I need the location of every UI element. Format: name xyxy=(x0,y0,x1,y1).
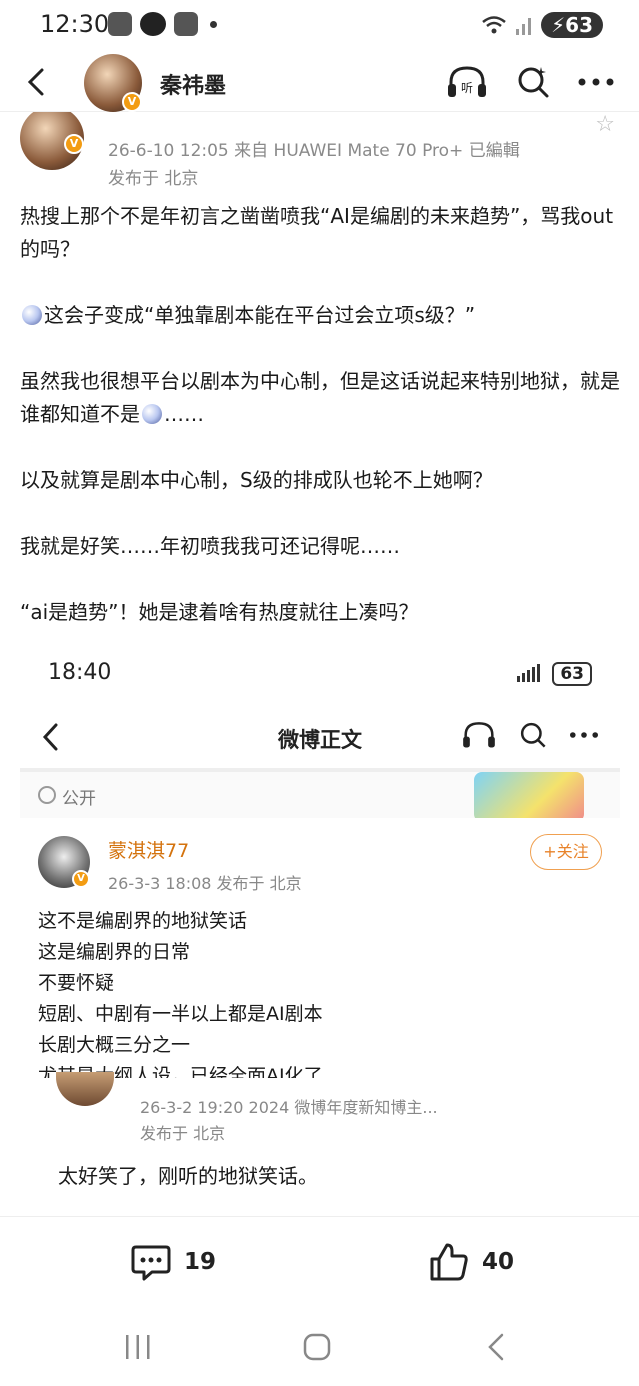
search-icon[interactable] xyxy=(515,64,551,100)
post-body: 热搜上那个不是年初言之凿凿喷我“AI是编剧的未来趋势”，骂我out的吗？ 这会子… xyxy=(20,200,620,662)
globe-icon xyxy=(38,786,56,804)
post-paragraph: 虽然我也很想平台以剧本为中心制，但是这话说起来特别地狱，就是谁都知道不是…… xyxy=(20,365,620,431)
post-paragraph: 我就是好笑……年初喷我我可还记得呢…… xyxy=(20,534,400,558)
shot-line: 长剧大概三分之一 xyxy=(38,1034,191,1056)
shot-comment: 26-3-2 19:20 2024 微博年度新知博主... 发布于 北京 太好笑… xyxy=(20,1072,620,1216)
post-paragraph-text: …… xyxy=(164,402,204,426)
more-icon[interactable] xyxy=(577,77,615,87)
back-arrow-icon[interactable] xyxy=(18,62,58,102)
visibility-label: 公开 xyxy=(62,789,96,809)
comment-icon xyxy=(131,1245,171,1281)
shot-listen-icon xyxy=(463,722,495,748)
notification-icons xyxy=(108,12,217,36)
post-paragraph: “ai是趋势”！她是逮着啥有热度就往上凑吗？ xyxy=(20,600,419,624)
home-icon[interactable] xyxy=(302,1332,332,1362)
shot-date: 26-3-3 18:08 发布于 北京 xyxy=(108,874,302,893)
post-paragraph: 以及就算是剧本中心制，S级的排成队也轮不上她啊？ xyxy=(20,468,493,492)
svg-text:听: 听 xyxy=(461,81,473,95)
comment-count: 19 xyxy=(184,1249,217,1275)
verified-badge-icon: V xyxy=(122,92,142,112)
shot-line: 不要怀疑 xyxy=(38,972,115,994)
action-bar: 19 40 xyxy=(0,1216,639,1312)
post-paragraph-text: 这会子变成“单独靠剧本能在平台过会立项s级？” xyxy=(44,303,476,327)
thumbs-up-icon xyxy=(430,1243,468,1281)
like-count: 40 xyxy=(482,1249,515,1275)
back-nav-icon[interactable] xyxy=(484,1332,508,1362)
post-date-device: 26-6-10 12:05 来自 HUAWEI Mate 70 Pro+ 已編輯 xyxy=(108,141,520,161)
comment-button[interactable]: 19 xyxy=(130,1241,216,1283)
system-nav-bar xyxy=(0,1312,639,1386)
post-paragraph: 这会子变成“单独靠剧本能在平台过会立项s级？” xyxy=(20,299,620,332)
shot-post: V 蒙淇淇77 26-3-3 18:08 发布于 北京 +关注 这不是编剧界的地… xyxy=(20,818,620,1087)
shot-nav: 微博正文 xyxy=(20,708,620,768)
shot-comment-text: 太好笑了，刚听的地狱笑话。 xyxy=(58,1164,318,1188)
post-location: 发布于 北京 xyxy=(108,169,199,189)
promo-badge-image xyxy=(474,772,584,822)
laughing-emoji-icon xyxy=(142,404,162,424)
status-time: 12:30 xyxy=(40,10,110,38)
post-author-avatar[interactable]: V xyxy=(20,112,84,170)
shot-search-icon xyxy=(520,722,546,748)
shot-comment-location: 发布于 北京 xyxy=(140,1124,226,1143)
laughing-emoji-icon xyxy=(22,305,42,325)
battery-level: 63 xyxy=(565,13,593,37)
wifi-icon xyxy=(482,16,506,34)
like-button[interactable]: 40 xyxy=(428,1241,514,1283)
shot-line: 短剧、中剧有一半以上都是AI剧本 xyxy=(38,1003,323,1025)
verified-badge-icon: V xyxy=(72,870,90,888)
shot-visibility-row: 公开 xyxy=(20,768,620,822)
post-paragraph: 热搜上那个不是年初言之凿凿喷我“AI是编剧的未来趋势”，骂我out的吗？ xyxy=(20,204,614,261)
recent-apps-icon[interactable] xyxy=(124,1332,152,1362)
author-avatar[interactable]: V xyxy=(84,54,142,112)
favorite-star-icon[interactable]: ☆ xyxy=(595,112,615,137)
shot-line: 这不是编剧界的地狱笑话 xyxy=(38,910,248,932)
shot-author-name: 蒙淇淇77 xyxy=(108,840,190,862)
shot-more-icon xyxy=(570,732,598,738)
shot-status-bar: 18:40 63 xyxy=(20,640,620,708)
shot-signal-icon xyxy=(517,664,540,682)
status-bar: 12:30 ⚡63 xyxy=(0,0,639,52)
assistant-icon xyxy=(174,12,198,36)
verified-badge-icon: V xyxy=(64,134,84,154)
signal-icon xyxy=(516,18,532,35)
shot-follow-button: +关注 xyxy=(530,834,602,870)
top-nav: V 秦祎墨 听 xyxy=(0,52,639,112)
weibo-icon xyxy=(140,12,166,36)
shot-text: 这不是编剧界的地狱笑话 这是编剧界的日常 不要怀疑 短剧、中剧有一半以上都是AI… xyxy=(38,906,323,1092)
embedded-screenshot-image[interactable]: 18:40 63 微博正文 公开 V 蒙淇淇77 26-3-3 18:08 发布… xyxy=(20,640,620,1216)
shot-time: 18:40 xyxy=(48,660,112,685)
author-name[interactable]: 秦祎墨 xyxy=(160,68,226,100)
shot-nav-actions xyxy=(460,720,600,750)
shot-commenter-avatar xyxy=(56,1072,114,1106)
nav-actions: 听 xyxy=(445,64,615,100)
post-meta: V 26-6-10 12:05 来自 HUAWEI Mate 70 Pro+ 已… xyxy=(0,112,639,192)
shot-line: 这是编剧界的日常 xyxy=(38,941,191,963)
shot-comment-date: 26-3-2 19:20 2024 微博年度新知博主... xyxy=(140,1098,438,1117)
post-paragraph-text: 虽然我也很想平台以剧本为中心制，但是这话说起来特别地狱，就是谁都知道不是 xyxy=(20,369,620,426)
status-right: ⚡63 xyxy=(481,12,603,38)
shot-author-avatar: V xyxy=(38,836,90,888)
listen-icon[interactable]: 听 xyxy=(445,64,489,100)
shot-battery: 63 xyxy=(552,662,592,686)
app-notification-icon xyxy=(108,12,132,36)
more-notifications-dot xyxy=(210,20,217,28)
battery-indicator: ⚡63 xyxy=(541,12,603,38)
